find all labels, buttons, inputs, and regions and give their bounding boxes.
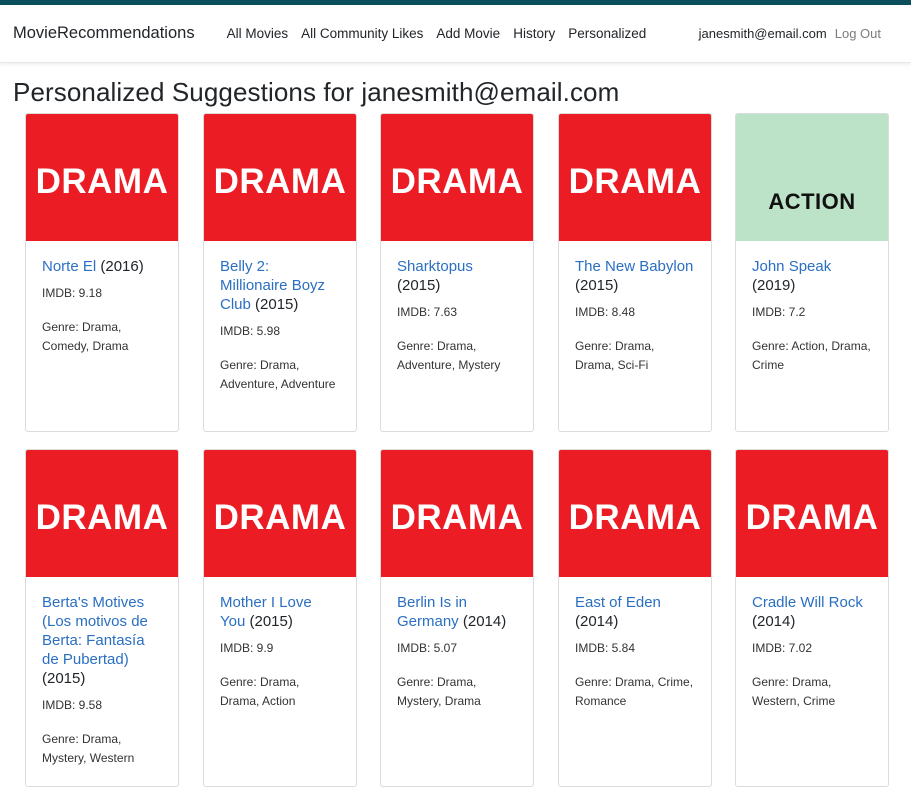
movie-title-link[interactable]: The New Babylon bbox=[575, 258, 693, 275]
genre-banner-image: DRAMA bbox=[736, 450, 888, 577]
genre-banner-image: DRAMA bbox=[559, 114, 711, 241]
nav-add-movie[interactable]: Add Movie bbox=[436, 26, 500, 41]
movie-card: DRAMA Norte El (2016) IMDB: 9.18 Genre: Dra… bbox=[25, 113, 179, 432]
movie-card: DRAMA East of Eden (2014) IMDB: 5.84 Genre:… bbox=[558, 449, 712, 787]
movie-card: DRAMA Mother I Love You (2015) IMDB: 9.9 Ge… bbox=[203, 449, 357, 787]
genre-banner-image: DRAMA bbox=[381, 450, 533, 577]
nav-all-movies[interactable]: All Movies bbox=[227, 26, 289, 41]
navbar: MovieRecommendations All Movies All Comm… bbox=[0, 5, 911, 63]
genre-banner-image: DRAMA bbox=[381, 114, 533, 241]
movie-card: ACTION John Speak (2019) IMDB: 7.2 Genre: A… bbox=[735, 113, 889, 432]
imdb-rating: IMDB: 9.9 bbox=[220, 641, 274, 655]
movie-title-link[interactable]: East of Eden bbox=[575, 594, 661, 611]
genre-banner-image: DRAMA bbox=[26, 114, 178, 241]
genre-list: Genre: Action, Drama, Crime bbox=[752, 339, 871, 372]
movie-title-line: East of Eden (2014) bbox=[575, 593, 695, 631]
imdb-rating: IMDB: 7.2 bbox=[752, 305, 806, 319]
user-area: janesmith@email.com Log Out bbox=[699, 5, 881, 62]
card-body: Berta's Motives (Los motivos de Berta: F… bbox=[26, 577, 178, 780]
brand-link[interactable]: MovieRecommendations bbox=[13, 24, 195, 43]
card-body: Sharktopus (2015) IMDB: 7.63 Genre: Drama,… bbox=[381, 241, 533, 387]
imdb-rating: IMDB: 9.58 bbox=[42, 698, 103, 712]
movie-year: (2015) bbox=[397, 277, 441, 294]
card-body: Cradle Will Rock (2014) IMDB: 7.02 Genre: … bbox=[736, 577, 888, 723]
movie-card: DRAMA Berta's Motives (Los motivos de Ber… bbox=[25, 449, 179, 787]
nav-history[interactable]: History bbox=[513, 26, 555, 41]
movie-year: (2015) bbox=[575, 277, 619, 294]
movie-card: DRAMA Berlin Is in Germany (2014) IMDB: 5.… bbox=[380, 449, 534, 787]
imdb-rating: IMDB: 7.63 bbox=[397, 305, 458, 319]
movie-title-link[interactable]: Berta's Motives (Los motivos de Berta: F… bbox=[42, 594, 148, 668]
movie-title-line: Berta's Motives (Los motivos de Berta: F… bbox=[42, 593, 162, 688]
page-title: Personalized Suggestions for janesmith@e… bbox=[13, 77, 620, 107]
movie-year: (2015) bbox=[42, 670, 86, 687]
movie-title-line: Sharktopus (2015) bbox=[397, 257, 517, 295]
nav-all-community-likes[interactable]: All Community Likes bbox=[301, 26, 423, 41]
logout-link[interactable]: Log Out bbox=[835, 26, 881, 41]
movie-title-link[interactable]: Sharktopus bbox=[397, 258, 473, 275]
genre-list: Genre: Drama, Comedy, Drama bbox=[42, 320, 129, 353]
movie-title-line: Norte El (2016) bbox=[42, 257, 162, 276]
card-body: Mother I Love You (2015) IMDB: 9.9 Genre: … bbox=[204, 577, 356, 723]
genre-list: Genre: Drama, Mystery, Drama bbox=[397, 675, 481, 708]
genre-list: Genre: Drama, Adventure, Mystery bbox=[397, 339, 501, 372]
movie-year: (2014) bbox=[462, 613, 507, 630]
imdb-rating: IMDB: 7.02 bbox=[752, 641, 813, 655]
movie-title-line: John Speak (2019) bbox=[752, 257, 872, 295]
user-email: janesmith@email.com bbox=[698, 26, 827, 41]
movie-card: DRAMA Cradle Will Rock (2014) IMDB: 7.02 Ge… bbox=[735, 449, 889, 787]
movie-title-line: Cradle Will Rock (2014) bbox=[752, 593, 872, 631]
genre-list: Genre: Drama, Mystery, Western bbox=[42, 732, 135, 765]
movie-card: DRAMA The New Babylon (2015) IMDB: 8.48 Gen… bbox=[558, 113, 712, 432]
movie-title-line: Mother I Love You (2015) bbox=[220, 593, 340, 631]
genre-list: Genre: Drama, Adventure, Adventure bbox=[220, 358, 336, 391]
movie-card: DRAMA Sharktopus (2015) IMDB: 7.63 Genre: D… bbox=[380, 113, 534, 432]
imdb-rating: IMDB: 9.18 bbox=[42, 286, 103, 300]
genre-banner-image: DRAMA bbox=[559, 450, 711, 577]
genre-list: Genre: Drama, Crime, Romance bbox=[575, 675, 694, 708]
imdb-rating: IMDB: 5.84 bbox=[575, 641, 636, 655]
genre-banner-image: DRAMA bbox=[204, 114, 356, 241]
genre-banner-image: ACTION bbox=[736, 114, 888, 241]
card-body: John Speak (2019) IMDB: 7.2 Genre: Action,… bbox=[736, 241, 888, 387]
movie-year: (2014) bbox=[575, 613, 619, 630]
movie-title-line: The New Babylon (2015) bbox=[575, 257, 695, 295]
genre-list: Genre: Drama, Drama, Action bbox=[220, 675, 300, 708]
movie-title-link[interactable]: John Speak bbox=[752, 258, 831, 275]
card-body: Belly 2: Millionaire Boyz Club (2015) IMD… bbox=[204, 241, 356, 406]
genre-list: Genre: Drama, Western, Crime bbox=[752, 675, 836, 708]
imdb-rating: IMDB: 5.07 bbox=[397, 641, 458, 655]
card-body: Norte El (2016) IMDB: 9.18 Genre: Drama, C… bbox=[26, 241, 178, 368]
movie-year: (2015) bbox=[255, 296, 299, 313]
movie-title-link[interactable]: Norte El bbox=[42, 258, 96, 275]
nav-links: All Movies All Community Likes Add Movie… bbox=[227, 26, 647, 41]
imdb-rating: IMDB: 8.48 bbox=[575, 305, 636, 319]
genre-list: Genre: Drama, Drama, Sci-Fi bbox=[575, 339, 655, 372]
movie-year: (2016) bbox=[100, 258, 144, 275]
nav-personalized[interactable]: Personalized bbox=[568, 26, 646, 41]
card-body: Berlin Is in Germany (2014) IMDB: 5.07 Gen… bbox=[381, 577, 533, 723]
card-body: East of Eden (2014) IMDB: 5.84 Genre: Dram… bbox=[559, 577, 711, 723]
card-body: The New Babylon (2015) IMDB: 8.48 Genre: D… bbox=[559, 241, 711, 387]
movie-title-link[interactable]: Berlin Is in Germany bbox=[397, 594, 467, 630]
movie-title-line: Belly 2: Millionaire Boyz Club (2015) bbox=[220, 257, 340, 314]
movie-card: DRAMA Belly 2: Millionaire Boyz Club (201… bbox=[203, 113, 357, 432]
movie-year: (2019) bbox=[752, 277, 796, 294]
movie-year: (2014) bbox=[752, 613, 796, 630]
genre-banner-image: DRAMA bbox=[26, 450, 178, 577]
movie-year: (2015) bbox=[249, 613, 293, 630]
movie-title-line: Berlin Is in Germany (2014) bbox=[397, 593, 517, 631]
imdb-rating: IMDB: 5.98 bbox=[220, 324, 281, 338]
movie-title-link[interactable]: Cradle Will Rock bbox=[752, 594, 863, 611]
genre-banner-image: DRAMA bbox=[204, 450, 356, 577]
